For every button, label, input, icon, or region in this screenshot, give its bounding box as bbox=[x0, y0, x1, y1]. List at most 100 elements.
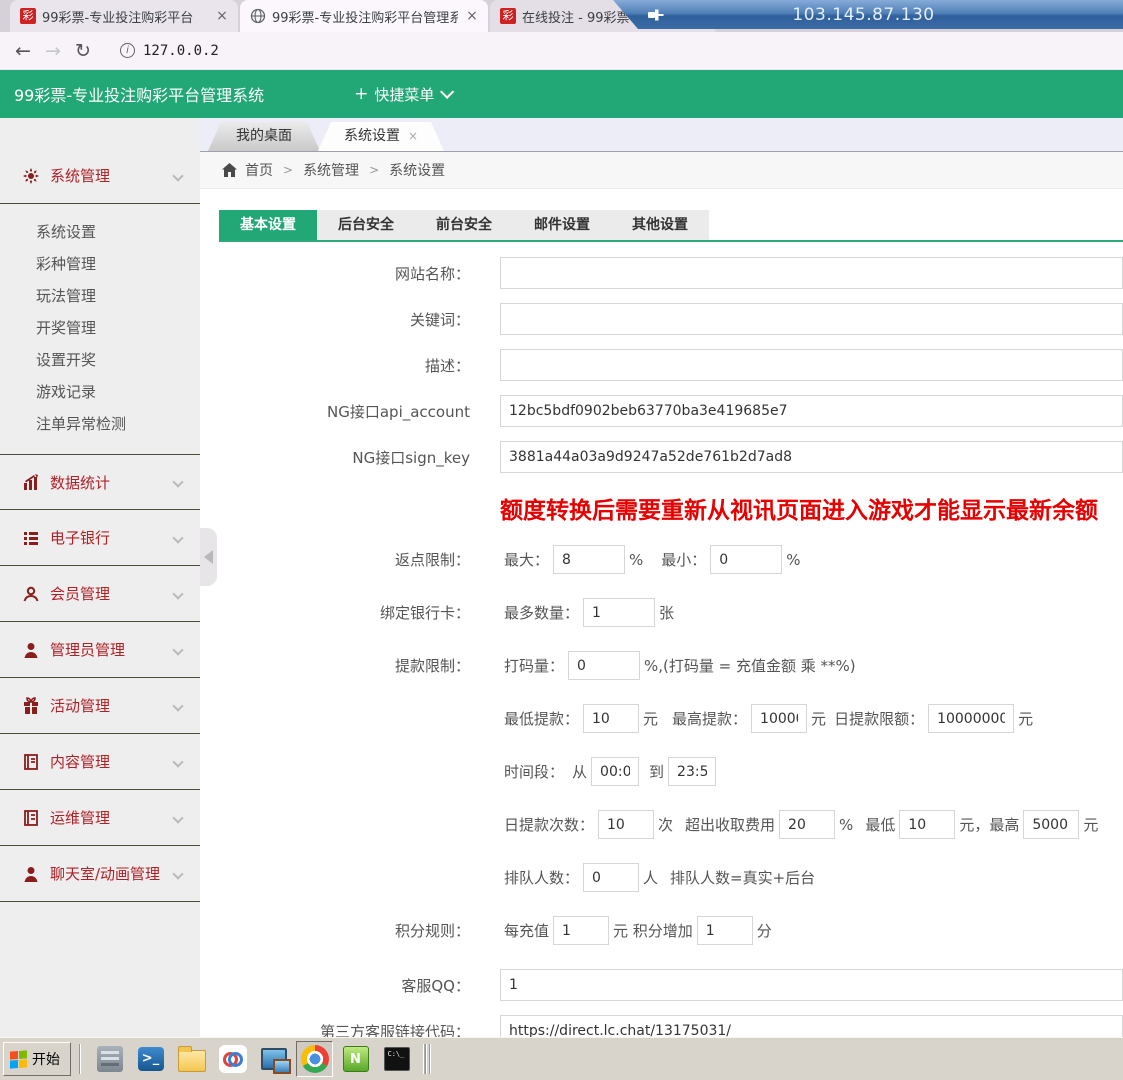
sidebar-item-play-methods[interactable]: 玩法管理 bbox=[0, 280, 200, 312]
cmd-icon[interactable]: C:\_ bbox=[378, 1041, 415, 1077]
pin-icon[interactable] bbox=[647, 8, 664, 22]
back-button-icon[interactable]: ← bbox=[8, 40, 38, 62]
points-inc-input[interactable] bbox=[697, 916, 753, 945]
remote-desktop-connection-bar[interactable]: 103.145.87.130 bbox=[613, 0, 1123, 29]
withdraw-max-label: 最高提款： bbox=[672, 708, 747, 729]
tab-basic-settings[interactable]: 基本设置 bbox=[219, 210, 317, 240]
bank-card-qty-input[interactable] bbox=[583, 598, 655, 627]
site-info-icon[interactable]: i bbox=[120, 43, 135, 58]
withdraw-max-input[interactable] bbox=[751, 704, 807, 733]
tab-underline bbox=[219, 240, 1123, 242]
chat-user-icon bbox=[22, 865, 40, 883]
rebate-min-input[interactable] bbox=[710, 545, 782, 574]
desktop-screen: { "remote_bar": { "ip": "103.145.87.130"… bbox=[0, 0, 1123, 1080]
taskbar-separator bbox=[79, 1044, 81, 1074]
rings-app-icon[interactable] bbox=[214, 1041, 251, 1077]
bar-chart-icon bbox=[22, 473, 40, 491]
browser-tab-2-active[interactable]: 99彩票-专业投注购彩平台管理系 × bbox=[240, 0, 488, 32]
keywords-input[interactable] bbox=[500, 303, 1123, 335]
bank-qty-label: 最多数量： bbox=[504, 602, 579, 623]
ops-book-icon bbox=[22, 809, 40, 827]
chat-link-input[interactable] bbox=[500, 1015, 1123, 1037]
description-input[interactable] bbox=[500, 349, 1123, 381]
sidebar-section-members[interactable]: 会员管理 bbox=[0, 566, 200, 622]
tab-mail-settings[interactable]: 邮件设置 bbox=[513, 210, 611, 240]
breadcrumb-level2[interactable]: 系统设置 bbox=[389, 160, 445, 180]
sidebar-section-ebank[interactable]: 电子银行 bbox=[0, 510, 200, 566]
breadcrumb-separator: > bbox=[369, 163, 379, 177]
chrome-icon[interactable] bbox=[296, 1041, 333, 1077]
daily-times-input[interactable] bbox=[598, 810, 654, 839]
time-to-input[interactable] bbox=[668, 757, 716, 786]
rebate-max-label: 最大： bbox=[504, 549, 549, 570]
powershell-icon[interactable]: >_ bbox=[132, 1041, 169, 1077]
daily-limit-input[interactable] bbox=[928, 704, 1014, 733]
breadcrumb-level1[interactable]: 系统管理 bbox=[303, 160, 359, 180]
service-qq-input[interactable] bbox=[500, 969, 1123, 1001]
withdraw-min-input[interactable] bbox=[583, 704, 639, 733]
form-row-withdraw-amounts: 最低提款： 元 最高提款： 元 日提款限额： 元 bbox=[200, 704, 1123, 733]
sidebar-section-chatroom[interactable]: 聊天室/动画管理 bbox=[0, 846, 200, 902]
close-tab-icon[interactable]: × bbox=[464, 8, 480, 24]
browser-tab-1[interactable]: 彩 99彩票-专业投注购彩平台 × bbox=[10, 0, 238, 32]
queue-input[interactable] bbox=[583, 863, 639, 892]
close-workspace-tab-icon[interactable]: × bbox=[408, 129, 418, 143]
chevron-down-icon bbox=[172, 588, 183, 599]
queue-label: 排队人数： bbox=[504, 867, 579, 888]
tab-frontend-security[interactable]: 前台安全 bbox=[415, 210, 513, 240]
time-to-label: 到 bbox=[649, 761, 664, 782]
start-button[interactable]: 开始 bbox=[3, 1042, 71, 1076]
forward-button-icon[interactable]: → bbox=[38, 40, 68, 62]
form-row-site-name: 网站名称： bbox=[200, 257, 1123, 289]
workspace-tab-desktop[interactable]: 我的桌面 bbox=[208, 122, 320, 151]
ng-api-account-input[interactable] bbox=[500, 395, 1123, 427]
server-manager-icon[interactable] bbox=[91, 1041, 128, 1077]
percent-unit: % bbox=[629, 551, 643, 569]
sidebar-item-draw-management[interactable]: 开奖管理 bbox=[0, 312, 200, 344]
sidebar-section-operations[interactable]: 运维管理 bbox=[0, 790, 200, 846]
rebate-max-input[interactable] bbox=[553, 545, 625, 574]
sidebar-collapse-handle[interactable] bbox=[200, 528, 217, 586]
remote-desktop-icon[interactable] bbox=[255, 1041, 292, 1077]
address-bar-url[interactable]: 127.0.0.2 bbox=[143, 43, 219, 59]
workspace-tab-settings-active[interactable]: 系统设置 × bbox=[318, 122, 444, 151]
sidebar-section-label: 数据统计 bbox=[50, 472, 174, 493]
sidebar-item-game-records[interactable]: 游戏记录 bbox=[0, 376, 200, 408]
sidebar-section-admins[interactable]: 管理员管理 bbox=[0, 622, 200, 678]
fee-min-input[interactable] bbox=[899, 810, 955, 839]
sidebar-item-draw-settings[interactable]: 设置开奖 bbox=[0, 344, 200, 376]
tab-backend-security[interactable]: 后台安全 bbox=[317, 210, 415, 240]
sidebar-section-statistics[interactable]: 数据统计 bbox=[0, 454, 200, 510]
notepad-plus-icon[interactable]: N bbox=[337, 1041, 374, 1077]
sidebar-item-system-settings[interactable]: 系统设置 bbox=[0, 216, 200, 248]
quick-menu-button[interactable]: + 快捷菜单 bbox=[354, 84, 450, 105]
breadcrumb-home[interactable]: 首页 bbox=[245, 160, 273, 180]
sidebar: 系统管理 系统设置 彩种管理 玩法管理 开奖管理 设置开奖 游戏记录 注单异常检… bbox=[0, 118, 200, 1037]
sidebar-item-order-anomaly[interactable]: 注单异常检测 bbox=[0, 408, 200, 440]
app-title: 99彩票-专业投注购彩平台管理系统 bbox=[14, 82, 264, 106]
taskbar-grip[interactable] bbox=[423, 1044, 433, 1074]
excess-fee-input[interactable] bbox=[779, 810, 835, 839]
sidebar-spacer bbox=[0, 118, 200, 148]
points-per-input[interactable] bbox=[553, 916, 609, 945]
close-tab-icon[interactable]: × bbox=[214, 8, 230, 24]
ng-sign-key-input[interactable] bbox=[500, 441, 1123, 473]
sidebar-item-lottery-types[interactable]: 彩种管理 bbox=[0, 248, 200, 280]
field-label: 绑定银行卡： bbox=[200, 602, 500, 623]
sidebar-section-system[interactable]: 系统管理 bbox=[0, 148, 200, 204]
tab-other-settings[interactable]: 其他设置 bbox=[611, 210, 709, 240]
collapse-left-icon bbox=[204, 550, 213, 564]
reload-button-icon[interactable]: ↻ bbox=[68, 40, 98, 62]
site-name-input[interactable] bbox=[500, 257, 1123, 289]
sidebar-section-contents[interactable]: 内容管理 bbox=[0, 734, 200, 790]
sidebar-submenu-system: 系统设置 彩种管理 玩法管理 开奖管理 设置开奖 游戏记录 注单异常检测 bbox=[0, 204, 200, 454]
fee-max-input[interactable] bbox=[1023, 810, 1079, 839]
time-from-input[interactable] bbox=[591, 757, 639, 786]
member-user-icon bbox=[22, 585, 40, 603]
dama-input[interactable] bbox=[568, 651, 640, 680]
sidebar-section-activities[interactable]: 活动管理 bbox=[0, 678, 200, 734]
chevron-down-icon bbox=[172, 170, 183, 181]
workspace-tab-label: 系统设置 bbox=[344, 128, 400, 144]
file-explorer-icon[interactable] bbox=[173, 1041, 210, 1077]
bank-list-icon bbox=[22, 529, 40, 547]
